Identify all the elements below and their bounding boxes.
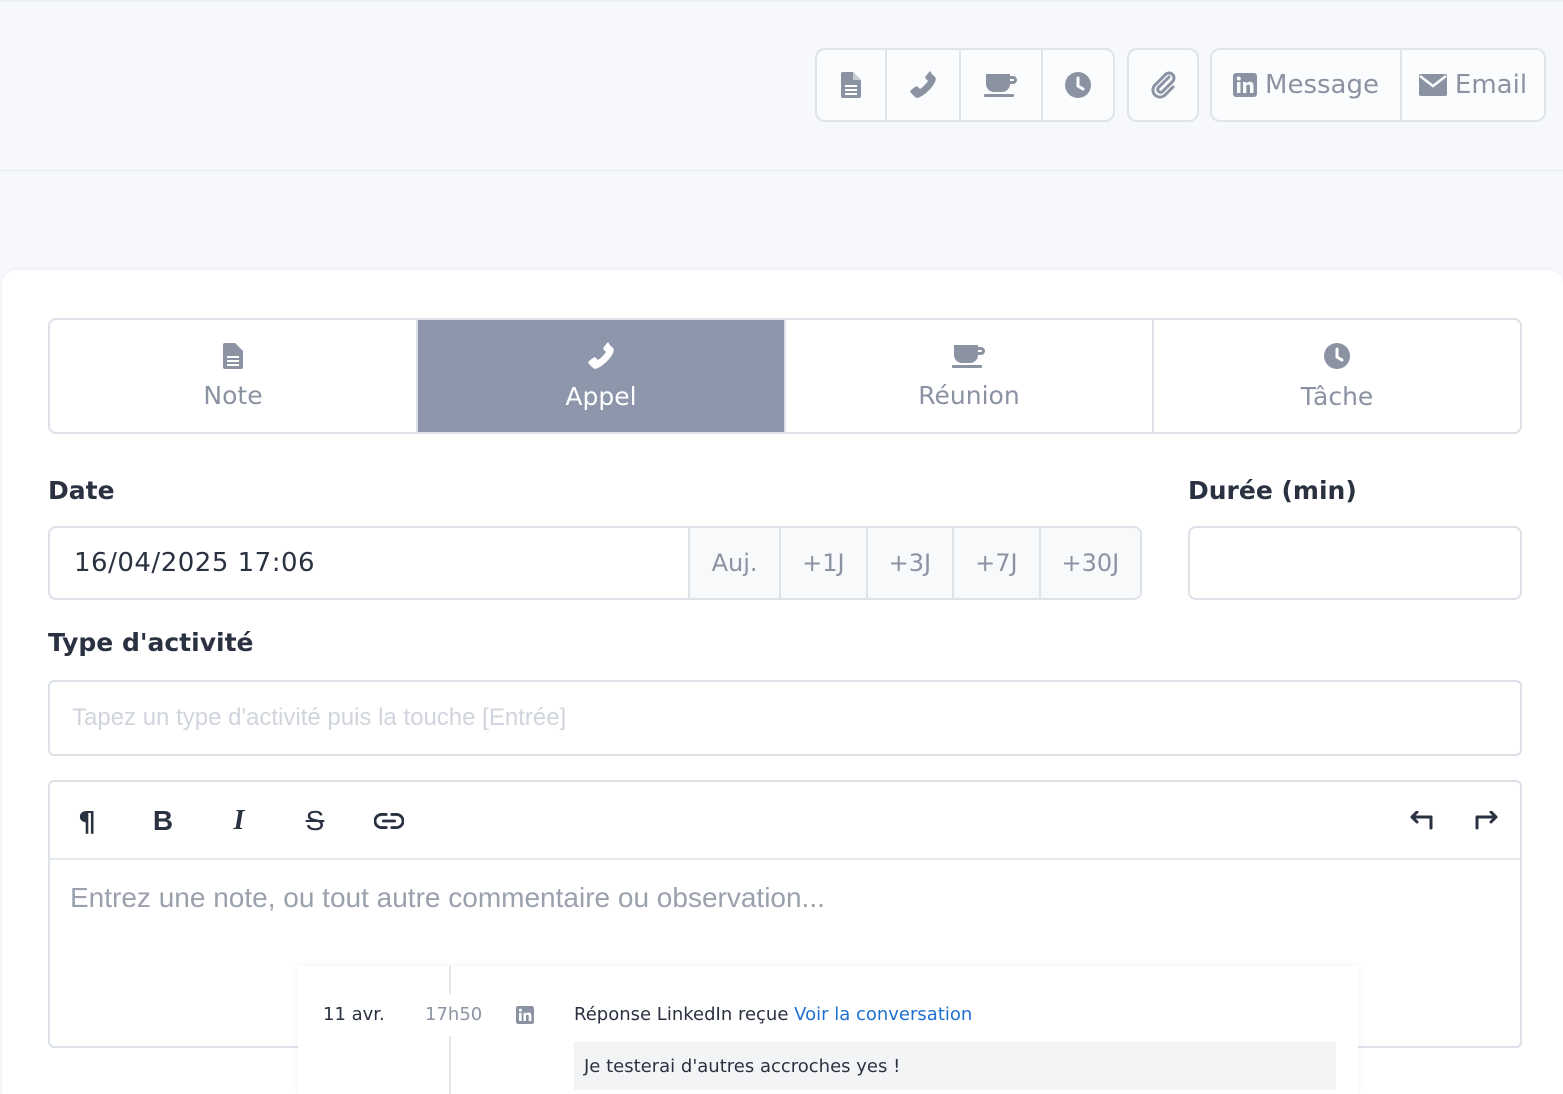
add-note-button[interactable] bbox=[817, 50, 885, 120]
communication-group: Message Email bbox=[1210, 48, 1546, 122]
entry-message: Je testerai d'autres accroches yes ! bbox=[574, 1042, 1336, 1090]
message-label: Message bbox=[1265, 70, 1379, 100]
coffee-cup-icon bbox=[984, 74, 1017, 97]
entry-date: 11 avr. bbox=[323, 1004, 385, 1025]
file-text-icon bbox=[223, 342, 243, 369]
duree-label: Durée (min) bbox=[1188, 476, 1357, 505]
date-plus-1-button[interactable]: +1J bbox=[779, 528, 866, 598]
add-meeting-button[interactable] bbox=[959, 50, 1041, 120]
quick-activity-group bbox=[815, 48, 1115, 122]
file-text-icon bbox=[841, 72, 861, 98]
entry-time: 17h50 bbox=[425, 1004, 483, 1025]
attach-group bbox=[1127, 48, 1199, 122]
italic-button[interactable]: I bbox=[224, 805, 254, 836]
tab-note[interactable]: Note bbox=[50, 320, 416, 432]
undo-button[interactable] bbox=[1406, 806, 1436, 836]
redo-button[interactable] bbox=[1472, 806, 1502, 836]
view-conversation-link[interactable]: Voir la conversation bbox=[794, 1004, 972, 1025]
linkedin-message-button[interactable]: Message bbox=[1212, 50, 1400, 120]
tab-label: Note bbox=[203, 380, 263, 410]
phone-icon bbox=[910, 71, 936, 98]
attach-file-button[interactable] bbox=[1129, 50, 1197, 120]
link-icon bbox=[374, 813, 404, 829]
entry-description: Réponse LinkedIn reçue bbox=[574, 1004, 789, 1025]
paragraph-button[interactable]: ¶ bbox=[72, 804, 102, 838]
clock-icon bbox=[1324, 342, 1350, 369]
bold-button[interactable]: B bbox=[148, 805, 178, 836]
activity-type-placeholder: Tapez un type d'activité puis la touche … bbox=[72, 704, 567, 731]
date-plus-3-button[interactable]: +3J bbox=[865, 528, 953, 598]
tab-label: Tâche bbox=[1300, 381, 1374, 411]
duree-input[interactable] bbox=[1188, 526, 1522, 600]
clock-icon bbox=[1065, 72, 1091, 98]
editor-placeholder: Entrez une note, ou tout autre commentai… bbox=[70, 882, 825, 913]
coffee-cup-icon bbox=[952, 344, 985, 368]
tab-appel[interactable]: Appel bbox=[416, 320, 784, 432]
email-label: Email bbox=[1454, 70, 1528, 100]
date-field-group: 16/04/2025 17:06 Auj. +1J +3J +7J +30J bbox=[48, 526, 1142, 600]
date-label: Date bbox=[48, 476, 115, 505]
date-input[interactable]: 16/04/2025 17:06 bbox=[50, 528, 688, 598]
strikethrough-icon: S bbox=[305, 805, 325, 836]
type-label: Type d'activité bbox=[48, 628, 254, 657]
linkedin-icon bbox=[516, 1006, 534, 1024]
italic-icon: I bbox=[233, 805, 245, 836]
date-today-button[interactable]: Auj. bbox=[688, 528, 780, 598]
redo-icon bbox=[1475, 811, 1498, 830]
activity-type-tabs: Note Appel Réunion Tâche bbox=[48, 318, 1522, 434]
linkedin-icon bbox=[1233, 73, 1258, 97]
date-plus-7-button[interactable]: +7J bbox=[952, 528, 1039, 598]
tab-label: Réunion bbox=[918, 380, 1020, 410]
undo-icon bbox=[1410, 811, 1433, 830]
top-toolbar: Message Email bbox=[0, 0, 1563, 171]
email-button[interactable]: Email bbox=[1400, 50, 1544, 120]
divider bbox=[0, 0, 1563, 2]
add-task-button[interactable] bbox=[1041, 50, 1113, 120]
tab-reunion[interactable]: Réunion bbox=[784, 320, 1152, 432]
pilcrow-icon: ¶ bbox=[78, 804, 96, 838]
add-call-button[interactable] bbox=[885, 50, 959, 120]
paperclip-icon bbox=[1151, 71, 1176, 99]
tab-tache[interactable]: Tâche bbox=[1152, 320, 1520, 432]
strikethrough-button[interactable]: S bbox=[300, 805, 330, 836]
date-plus-30-button[interactable]: +30J bbox=[1038, 528, 1140, 598]
link-button[interactable] bbox=[374, 806, 404, 836]
timeline-entry: 11 avr. 17h50 Réponse LinkedIn reçue Voi… bbox=[298, 966, 1358, 1094]
activity-type-input[interactable]: Tapez un type d'activité puis la touche … bbox=[48, 680, 1522, 756]
bold-icon: B bbox=[152, 805, 174, 836]
phone-icon bbox=[588, 341, 614, 369]
editor-toolbar: ¶ B I S bbox=[50, 782, 1520, 860]
tab-label: Appel bbox=[565, 381, 637, 411]
envelope-icon bbox=[1418, 74, 1447, 96]
entry-text: Réponse LinkedIn reçue Voir la conversat… bbox=[574, 1004, 972, 1025]
